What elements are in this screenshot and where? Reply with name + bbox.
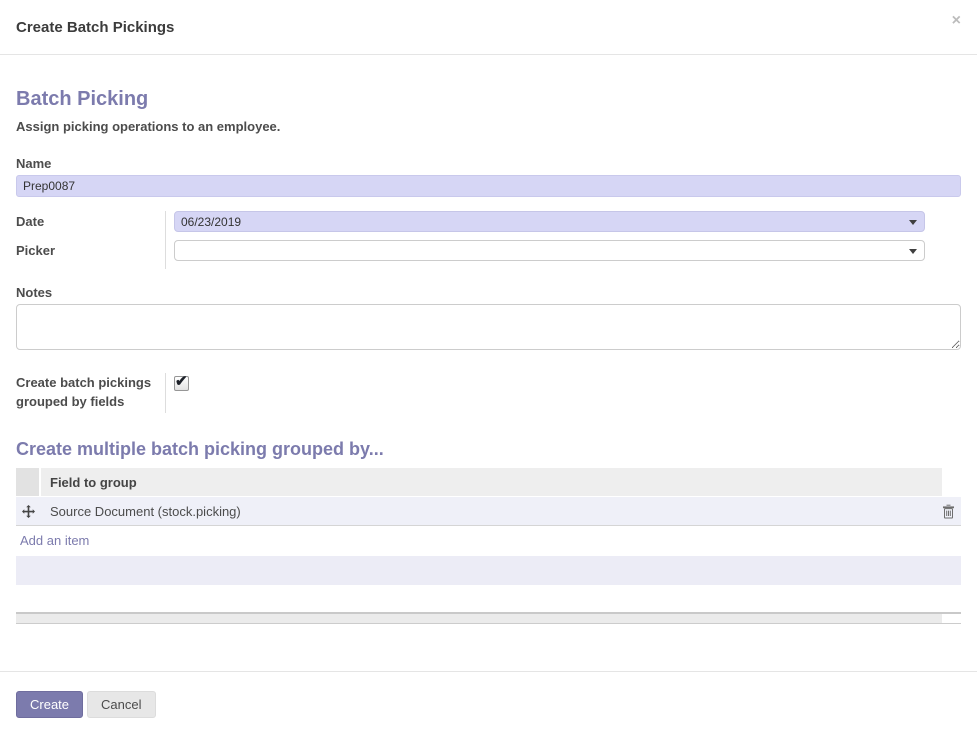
picker-label: Picker (16, 243, 56, 258)
field-to-group-table: Field to group Source Document (stock.pi… (16, 468, 961, 624)
move-icon (22, 504, 35, 518)
create-button[interactable]: Create (16, 691, 84, 718)
group-section-heading: Create multiple batch picking grouped by… (16, 439, 384, 459)
grouped-checkbox-group: Create batch pickings grouped by fields … (16, 373, 961, 413)
field-to-group-column-header: Field to group (41, 468, 942, 496)
modal-footer: Create Cancel (0, 671, 977, 731)
table-row[interactable]: Source Document (stock.picking) (16, 497, 961, 526)
modal-body: Batch Picking Assign picking operations … (0, 88, 977, 624)
cancel-button[interactable]: Cancel (87, 691, 156, 718)
grouped-checkbox[interactable]: ✔ (174, 373, 189, 391)
date-value: 06/23/2019 (181, 214, 242, 229)
date-select[interactable]: 06/23/2019 (174, 211, 925, 232)
drag-handle[interactable] (16, 504, 41, 518)
table-footer-bar (16, 612, 961, 624)
notes-field-group: Notes (16, 285, 961, 355)
delete-column-header (942, 468, 961, 496)
table-header-row: Field to group (16, 468, 961, 496)
close-icon[interactable]: × (952, 13, 961, 29)
picker-select[interactable] (174, 240, 925, 261)
trash-icon (943, 504, 954, 518)
modal-title: Create Batch Pickings (16, 18, 175, 36)
table-footer-fill (16, 614, 942, 623)
notes-label: Notes (16, 285, 53, 300)
row-field-value: Source Document (stock.picking) (50, 503, 241, 519)
add-item-row: Add an item (16, 526, 961, 554)
form-subtitle: Assign picking operations to an employee… (16, 119, 281, 134)
table-footer-gap (942, 614, 961, 623)
name-label: Name (16, 156, 52, 171)
handle-column-header (16, 468, 39, 496)
delete-row-button[interactable] (942, 504, 961, 519)
checkbox-check-icon: ✔ (175, 373, 188, 390)
modal-header: Create Batch Pickings × (0, 0, 977, 55)
notes-textarea[interactable] (16, 304, 961, 350)
grouped-checkbox-label: Create batch pickings grouped by fields (16, 375, 152, 409)
date-label: Date (16, 214, 45, 229)
name-input[interactable] (16, 175, 961, 197)
chevron-down-icon (909, 220, 917, 225)
name-field-group: Name (16, 156, 961, 197)
empty-table-row (16, 556, 961, 585)
date-picker-group: Date Picker 06/23/2019 (16, 211, 961, 269)
chevron-down-icon (909, 249, 917, 254)
add-an-item-link[interactable]: Add an item (20, 533, 89, 548)
form-heading: Batch Picking (16, 88, 149, 110)
